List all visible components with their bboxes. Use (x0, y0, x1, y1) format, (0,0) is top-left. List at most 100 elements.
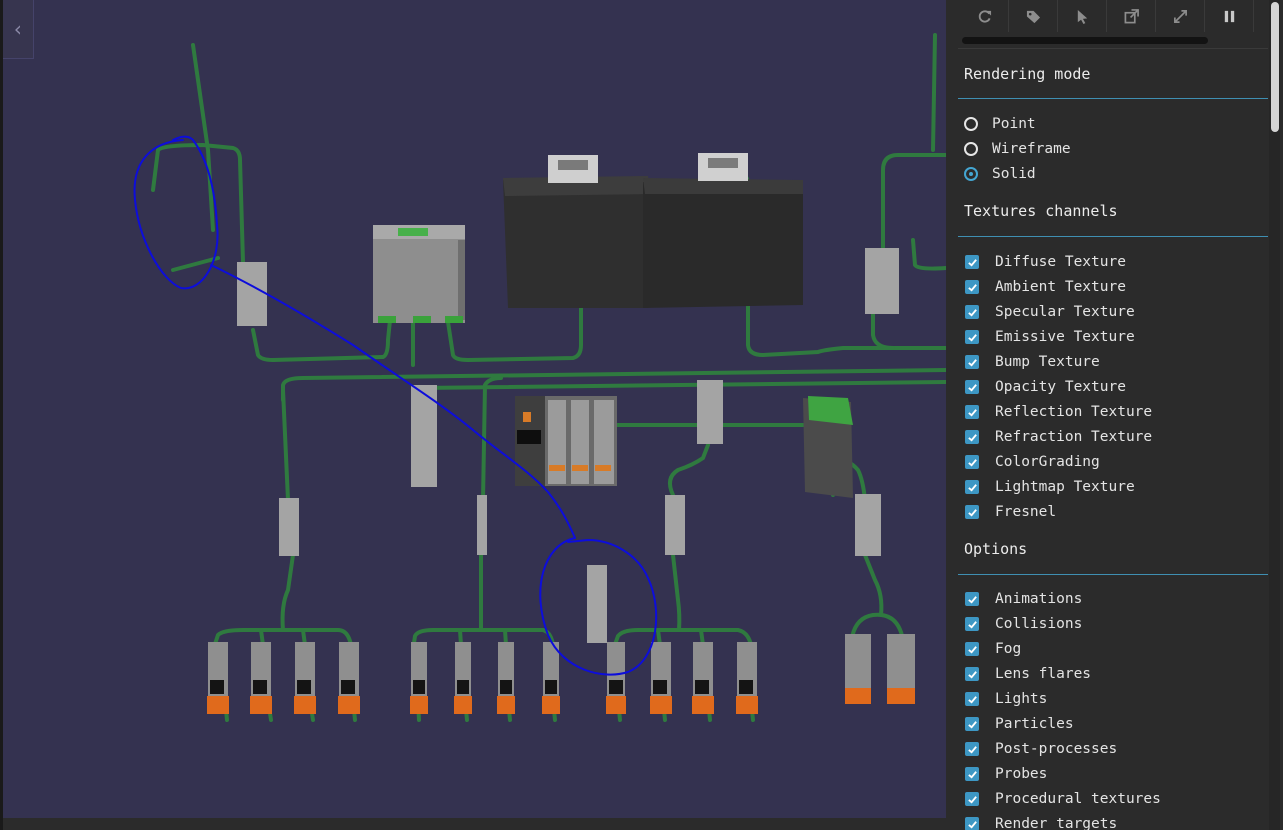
radio-button[interactable] (964, 142, 978, 156)
checkbox-label: Particles (995, 716, 1074, 732)
check-icon (967, 595, 977, 604)
checkbox-render-targets[interactable]: Render targets (964, 813, 1117, 830)
check-icon (967, 383, 977, 392)
checkbox[interactable] (965, 667, 979, 681)
checkbox-label: Lights (995, 691, 1048, 707)
checkbox[interactable] (965, 617, 979, 631)
check-icon (967, 308, 977, 317)
checkbox[interactable] (965, 817, 979, 830)
checkbox-emissive-texture[interactable]: Emissive Texture (964, 326, 1135, 348)
checkbox[interactable] (965, 305, 979, 319)
chevron-left-icon: ‹ (11, 17, 25, 41)
checkbox-label: Fog (995, 641, 1022, 657)
checkbox[interactable] (965, 742, 979, 756)
checkbox[interactable] (965, 692, 979, 706)
checkbox-label: Post-processes (995, 741, 1118, 757)
checkbox-specular-texture[interactable]: Specular Texture (964, 301, 1135, 323)
pause-icon (1224, 10, 1234, 22)
checkbox[interactable] (965, 380, 979, 394)
check-icon (967, 820, 977, 829)
checkbox[interactable] (965, 430, 979, 444)
checkbox-diffuse-texture[interactable]: Diffuse Texture (964, 251, 1126, 273)
checkbox[interactable] (965, 717, 979, 731)
refresh-icon (978, 9, 991, 23)
checkbox-label: Ambient Texture (995, 279, 1126, 295)
check-icon (967, 508, 977, 517)
tags-icon (1026, 10, 1040, 23)
checkbox[interactable] (965, 355, 979, 369)
checkbox-refraction-texture[interactable]: Refraction Texture (964, 426, 1152, 448)
fullscreen-button[interactable] (1156, 0, 1205, 32)
radio-point[interactable]: Point (964, 113, 1036, 135)
checkbox[interactable] (965, 767, 979, 781)
checkbox-lightmap-texture[interactable]: Lightmap Texture (964, 476, 1135, 498)
pause-button[interactable] (1205, 0, 1254, 32)
checkbox-ambient-texture[interactable]: Ambient Texture (964, 276, 1126, 298)
checkbox-lights[interactable]: Lights (964, 688, 1047, 710)
textures-channels-title: Textures channels (964, 202, 1118, 220)
checkbox-fog[interactable]: Fog (964, 638, 1021, 660)
checkbox-opacity-texture[interactable]: Opacity Texture (964, 376, 1126, 398)
expand-icon (1173, 9, 1187, 23)
checkbox[interactable] (965, 792, 979, 806)
checkbox[interactable] (965, 255, 979, 269)
checkbox[interactable] (965, 642, 979, 656)
radio-wireframe[interactable]: Wireframe (964, 138, 1071, 160)
checkbox[interactable] (965, 592, 979, 606)
scrollbar-thumb[interactable] (1271, 2, 1279, 132)
checkbox-procedural-textures[interactable]: Procedural textures (964, 788, 1161, 810)
checkbox-particles[interactable]: Particles (964, 713, 1074, 735)
checkbox-reflection-texture[interactable]: Reflection Texture (964, 401, 1152, 423)
toolbar-scrollbar[interactable] (962, 37, 1208, 44)
checkbox-label: Render targets (995, 816, 1118, 830)
divider (958, 574, 1268, 575)
checkbox-label: Lens flares (995, 666, 1092, 682)
refresh-button[interactable] (960, 0, 1009, 32)
divider (958, 236, 1268, 237)
checkbox-label: Opacity Texture (995, 379, 1126, 395)
divider (958, 98, 1268, 99)
radio-solid[interactable]: Solid (964, 163, 1036, 185)
checkbox-post-processes[interactable]: Post-processes (964, 738, 1117, 760)
pointer-icon (1077, 9, 1087, 24)
popout-button[interactable] (1107, 0, 1156, 32)
power-supply (373, 225, 465, 323)
power-module-green (803, 396, 853, 498)
checkbox-probes[interactable]: Probes (964, 763, 1047, 785)
checkbox[interactable] (965, 455, 979, 469)
tags-button[interactable] (1009, 0, 1058, 32)
checkbox[interactable] (965, 505, 979, 519)
collapse-panel-button[interactable]: ‹ (3, 0, 34, 59)
inspector-panel: Rendering mode Point Wireframe Solid Tex… (946, 0, 1283, 830)
cable-network (151, 33, 946, 722)
pointer-button[interactable] (1058, 0, 1107, 32)
checkbox[interactable] (965, 405, 979, 419)
checkbox-animations[interactable]: Animations (964, 588, 1082, 610)
checkbox-collisions[interactable]: Collisions (964, 613, 1082, 635)
check-icon (967, 745, 977, 754)
checkbox-label: Refraction Texture (995, 429, 1153, 445)
check-icon (967, 433, 977, 442)
panel-vertical-scrollbar[interactable] (1269, 0, 1280, 830)
checkbox-label: Lightmap Texture (995, 479, 1135, 495)
checkbox-fresnel[interactable]: Fresnel (964, 501, 1056, 523)
radio-button[interactable] (964, 117, 978, 131)
checkbox[interactable] (965, 330, 979, 344)
terminal-blocks (207, 634, 915, 714)
checkbox[interactable] (965, 280, 979, 294)
checkbox-label: Collisions (995, 616, 1083, 632)
check-icon (967, 483, 977, 492)
viewport-horizontal-scrollbar[interactable] (3, 818, 946, 830)
check-icon (967, 720, 977, 729)
radio-label: Point (992, 116, 1036, 132)
inspector-toolbar (960, 0, 1254, 32)
radio-button[interactable] (964, 167, 978, 181)
checkbox-label: Bump Texture (995, 354, 1100, 370)
plc-controller (515, 396, 617, 486)
checkbox-colorgrading[interactable]: ColorGrading (964, 451, 1100, 473)
checkbox[interactable] (965, 480, 979, 494)
check-icon (967, 358, 977, 367)
checkbox-lens-flares[interactable]: Lens flares (964, 663, 1091, 685)
3d-viewport[interactable] (3, 0, 946, 818)
checkbox-bump-texture[interactable]: Bump Texture (964, 351, 1100, 373)
